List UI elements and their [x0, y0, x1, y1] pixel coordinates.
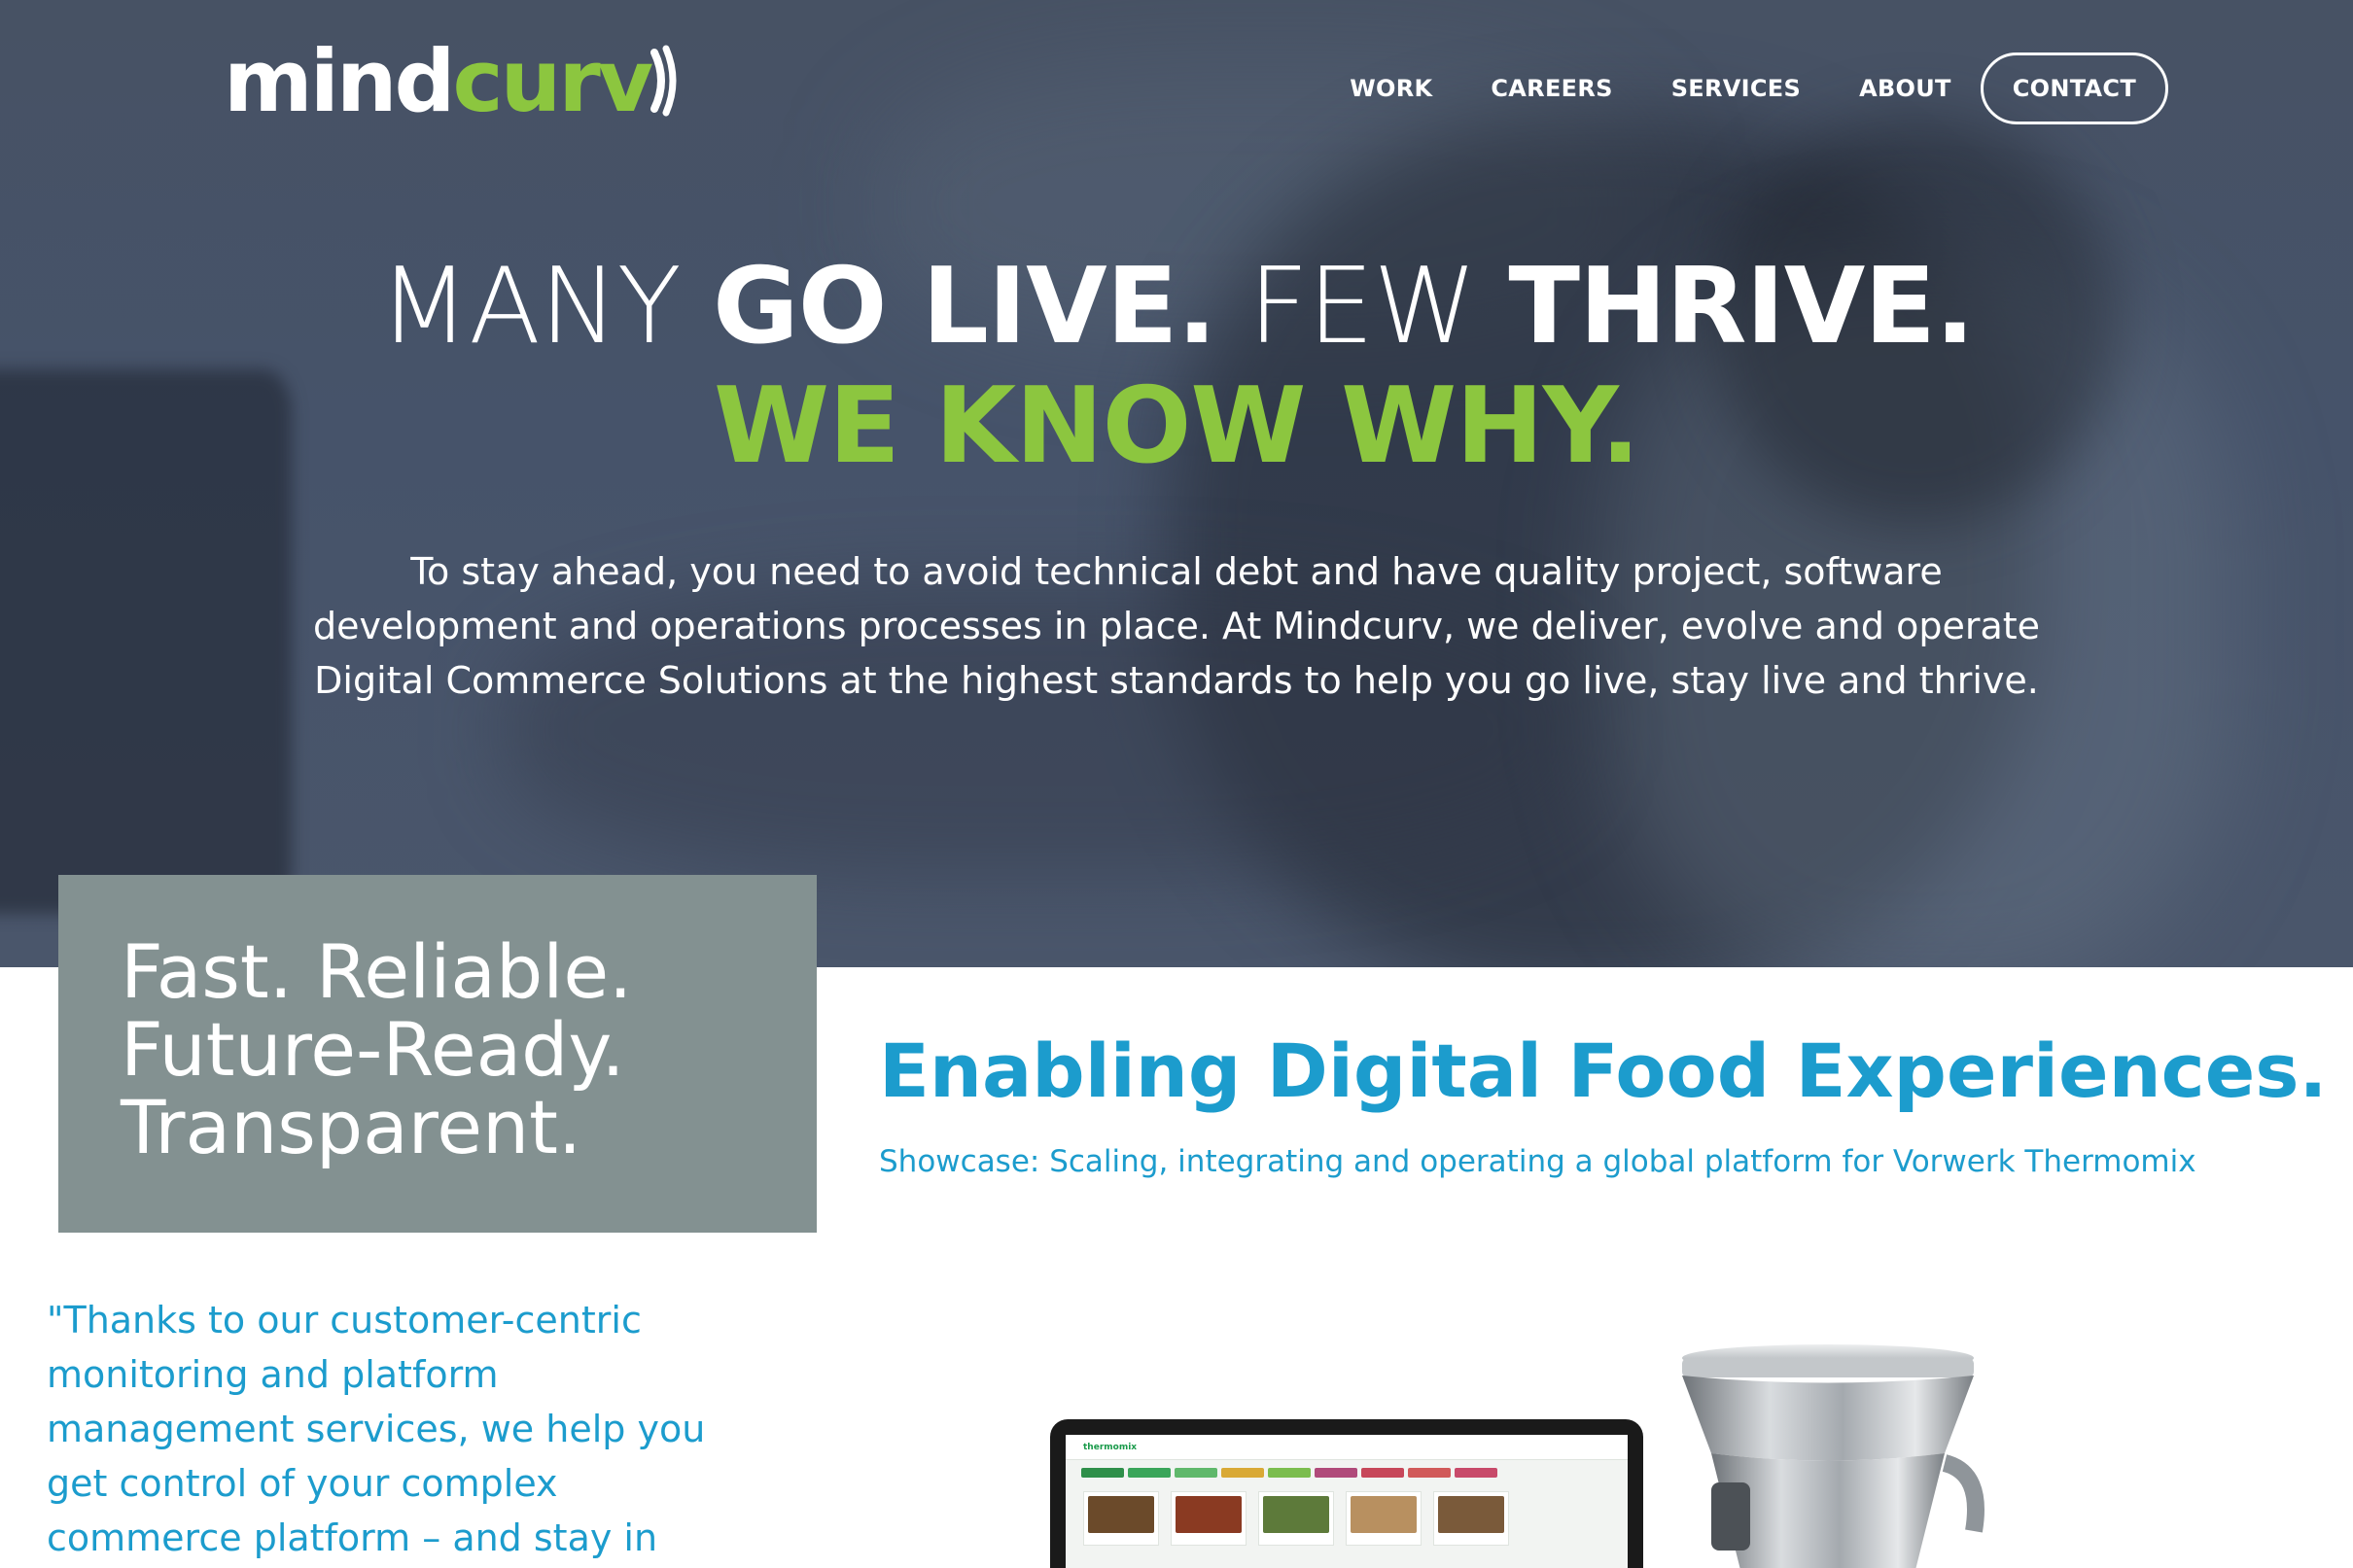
hero-headline: MANY GO LIVE. FEW THRIVE.: [0, 255, 2353, 360]
feature-line-3: Transparent.: [121, 1084, 582, 1170]
main-nav: WORK CAREERS SERVICES ABOUT CONTACT: [1350, 52, 2168, 124]
laptop-recipe-cards: [1066, 1485, 1628, 1551]
feature-line-2: Future-Ready.: [121, 1006, 625, 1093]
showcase-title[interactable]: Enabling Digital Food Experiences.: [879, 1023, 2327, 1120]
laptop-topbar: thermomix: [1066, 1435, 1628, 1460]
showcase-subtitle[interactable]: Showcase: Scaling, integrating and opera…: [879, 1142, 2196, 1181]
contact-button[interactable]: CONTACT: [1980, 52, 2168, 124]
headline-go-live: GO LIVE.: [713, 246, 1216, 367]
headline-few: FEW: [1215, 246, 1509, 367]
logo-wave-icon: [650, 45, 677, 117]
headline-thrive: THRIVE.: [1508, 246, 1975, 367]
testimonial-quote: "Thanks to our customer-centric monitori…: [47, 1299, 706, 1559]
logo-text-mind: mind: [224, 31, 455, 131]
nav-careers[interactable]: CAREERS: [1491, 75, 1612, 102]
hero-section: mindcurv WORK CAREERS SERVICES ABOUT CON…: [0, 0, 2353, 967]
laptop-tabs: [1066, 1460, 1628, 1485]
feature-line-1: Fast. Reliable.: [121, 928, 633, 1015]
laptop-mockup-image: thermomix: [1050, 1419, 1643, 1568]
laptop-brand-label: thermomix: [1083, 1442, 1138, 1452]
feature-box: Fast. Reliable. Future-Ready. Transparen…: [58, 875, 817, 1233]
hero-intro-text: To stay ahead, you need to avoid technic…: [312, 550, 2041, 702]
thermomix-appliance-image: [1682, 1344, 1984, 1568]
logo-text-curv: curv: [452, 31, 654, 131]
nav-work[interactable]: WORK: [1350, 75, 1432, 102]
nav-about[interactable]: ABOUT: [1859, 75, 1951, 102]
headline-many: MANY: [378, 246, 714, 367]
laptop-screen: thermomix: [1066, 1435, 1628, 1568]
mindcurv-logo[interactable]: mindcurv: [224, 39, 677, 124]
nav-services[interactable]: SERVICES: [1671, 75, 1801, 102]
hero-subheadline: WE KNOW WHY.: [714, 366, 1640, 487]
